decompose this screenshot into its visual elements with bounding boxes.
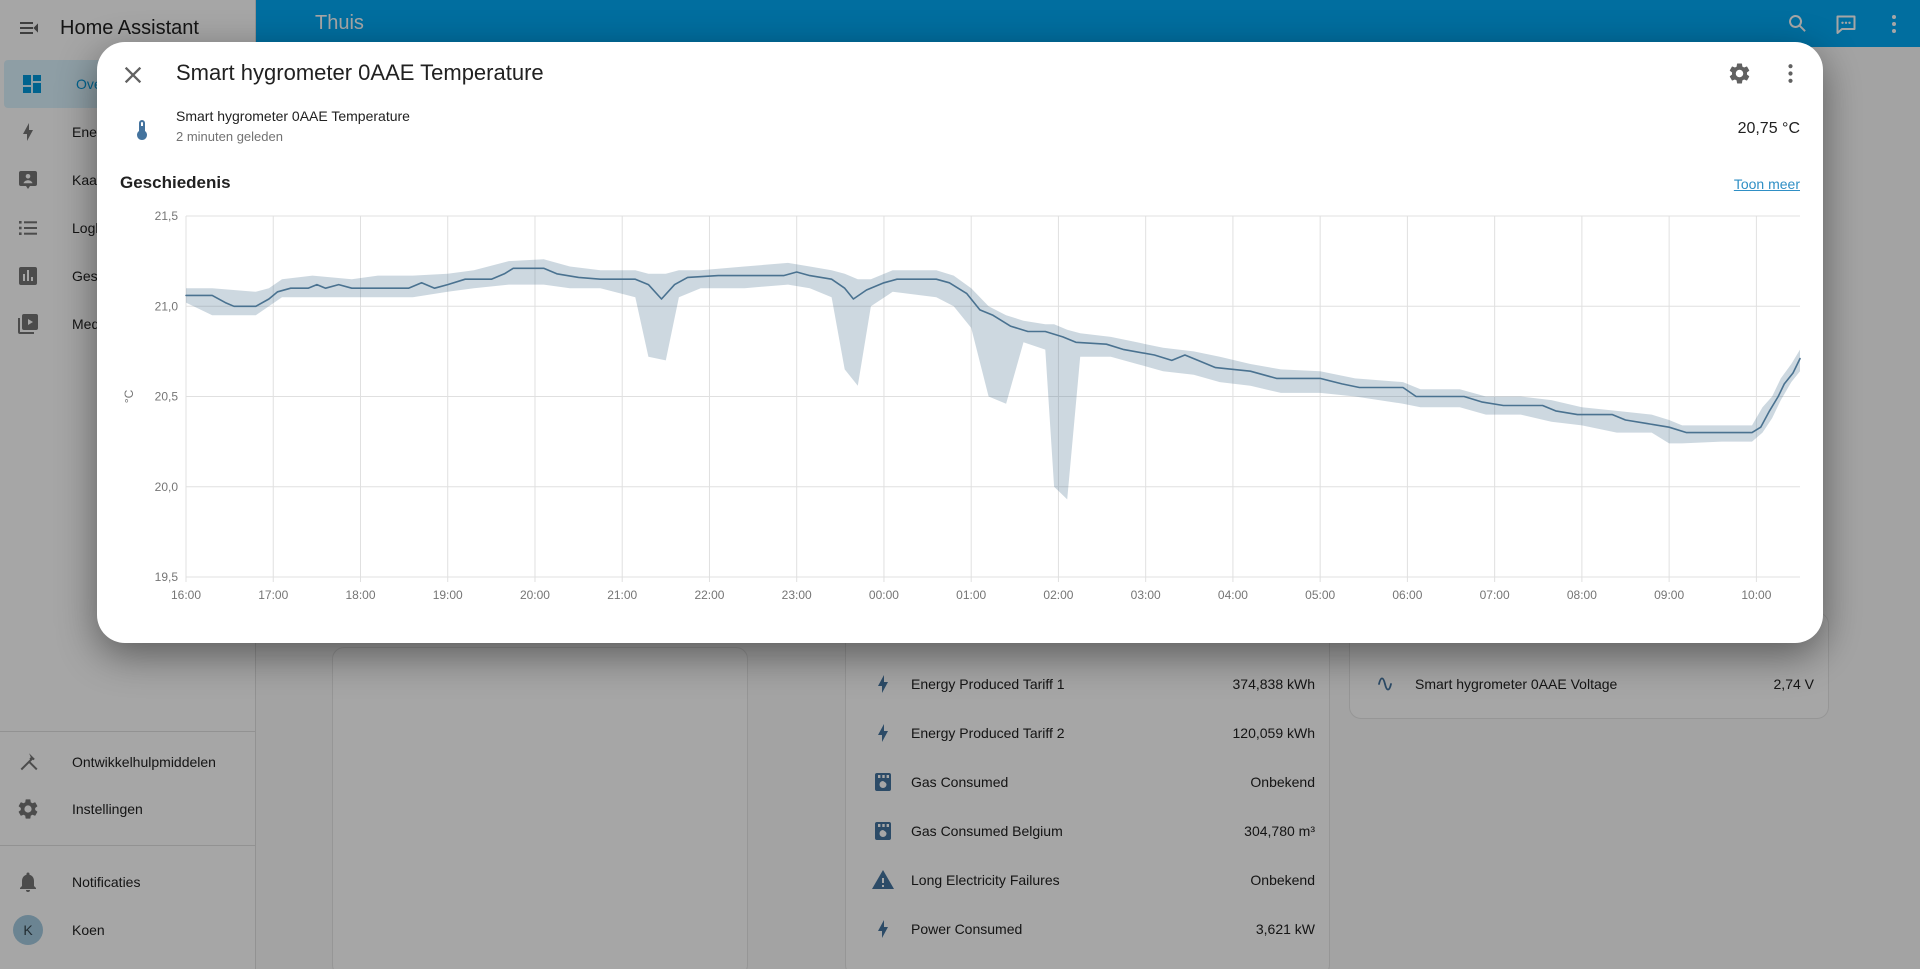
svg-text:04:00: 04:00 bbox=[1218, 588, 1248, 602]
svg-text:06:00: 06:00 bbox=[1392, 588, 1422, 602]
close-icon[interactable] bbox=[119, 61, 147, 89]
svg-text:21,0: 21,0 bbox=[155, 299, 179, 313]
svg-text:19:00: 19:00 bbox=[433, 588, 463, 602]
svg-text:°C: °C bbox=[122, 389, 136, 403]
entity-state: 20,75 °C bbox=[1737, 120, 1800, 137]
svg-text:09:00: 09:00 bbox=[1654, 588, 1684, 602]
svg-text:20:00: 20:00 bbox=[520, 588, 550, 602]
dialog-title: Smart hygrometer 0AAE Temperature bbox=[176, 60, 544, 85]
svg-text:22:00: 22:00 bbox=[694, 588, 724, 602]
svg-text:17:00: 17:00 bbox=[258, 588, 288, 602]
history-chart[interactable]: 21,5 21,0 20,5 20,0 19,5 16:00 17:00 18:00 19:00… bbox=[97, 200, 1823, 625]
svg-text:10:00: 10:00 bbox=[1741, 588, 1771, 602]
show-more-link[interactable]: Toon meer bbox=[1734, 176, 1800, 192]
entity-name: Smart hygrometer 0AAE Temperature bbox=[176, 108, 410, 124]
svg-text:19,5: 19,5 bbox=[155, 570, 179, 584]
svg-text:01:00: 01:00 bbox=[956, 588, 986, 602]
svg-text:23:00: 23:00 bbox=[782, 588, 812, 602]
history-heading: Geschiedenis bbox=[120, 173, 231, 192]
svg-text:07:00: 07:00 bbox=[1480, 588, 1510, 602]
svg-text:20,5: 20,5 bbox=[155, 390, 179, 404]
settings-gear-icon[interactable] bbox=[1727, 61, 1752, 86]
svg-text:05:00: 05:00 bbox=[1305, 588, 1335, 602]
svg-text:08:00: 08:00 bbox=[1567, 588, 1597, 602]
entity-last-changed: 2 minuten geleden bbox=[176, 129, 283, 144]
more-options-icon[interactable] bbox=[1778, 61, 1803, 86]
thermometer-icon bbox=[130, 118, 154, 142]
svg-text:16:00: 16:00 bbox=[171, 588, 201, 602]
svg-text:20,0: 20,0 bbox=[155, 480, 179, 494]
svg-text:21:00: 21:00 bbox=[607, 588, 637, 602]
entity-dialog: Smart hygrometer 0AAE Temperature Smart … bbox=[97, 42, 1823, 643]
svg-text:03:00: 03:00 bbox=[1131, 588, 1161, 602]
svg-text:18:00: 18:00 bbox=[345, 588, 375, 602]
svg-text:02:00: 02:00 bbox=[1043, 588, 1073, 602]
svg-text:00:00: 00:00 bbox=[869, 588, 899, 602]
svg-text:21,5: 21,5 bbox=[155, 209, 179, 223]
